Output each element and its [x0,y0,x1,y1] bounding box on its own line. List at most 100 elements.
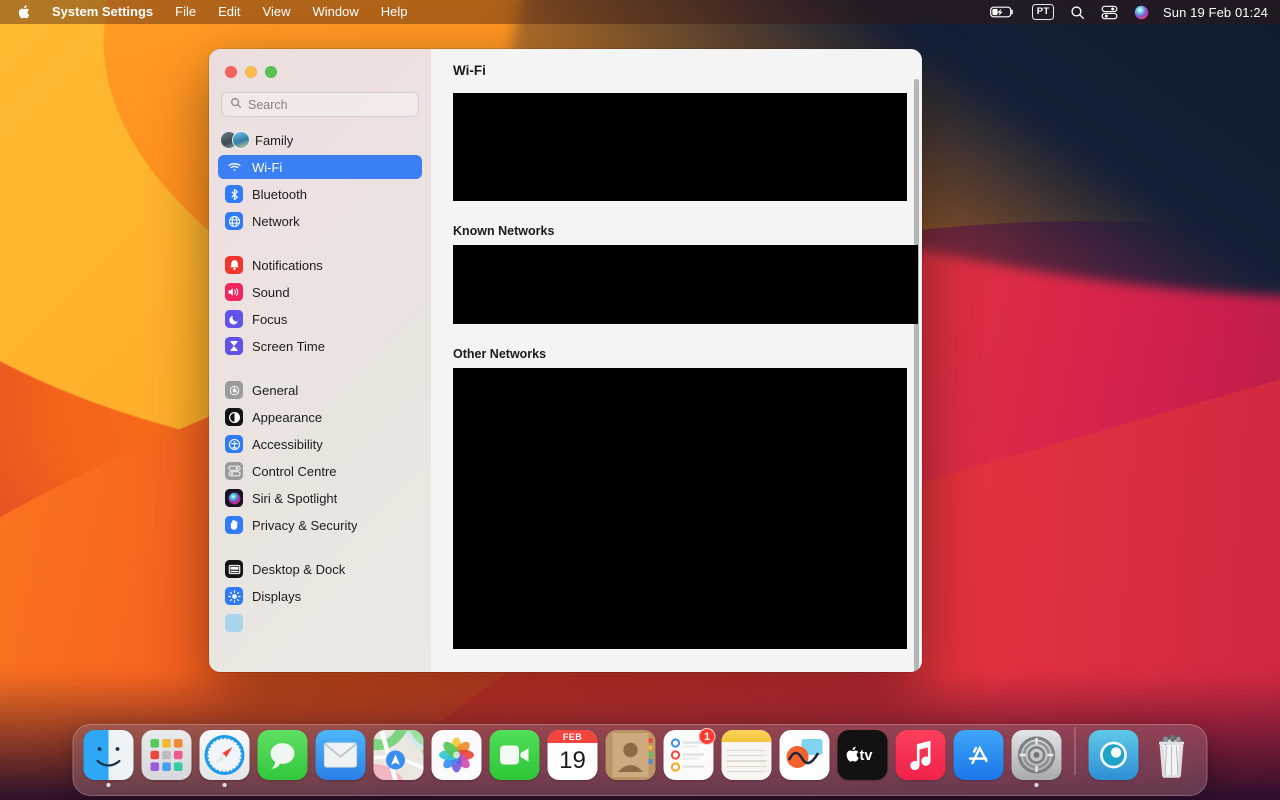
accessibility-icon [225,435,243,453]
search-input[interactable]: Search [221,92,419,117]
content-scrollbar[interactable] [914,79,919,672]
sidebar-item-screen-time[interactable]: Screen Time [218,334,422,358]
sidebar-item-focus[interactable]: Focus [218,307,422,331]
input-source-indicator[interactable]: PT [1024,0,1062,24]
sidebar-item-general[interactable]: General [218,378,422,402]
desktop-dock-icon [225,560,243,578]
sidebar-item-privacy-security[interactable]: Privacy & Security [218,513,422,537]
menu-help[interactable]: Help [370,2,419,22]
sidebar-item-desktop-dock[interactable]: Desktop & Dock [218,557,422,581]
menu-bar-clock[interactable]: Sun 19 Feb 01:24 [1157,5,1268,20]
running-indicator [397,783,401,787]
sidebar-item-wifi[interactable]: Wi-Fi [218,155,422,179]
sidebar-item-notifications[interactable]: Notifications [218,253,422,277]
search-icon [230,96,242,114]
sidebar-item-label: Desktop & Dock [252,561,346,577]
control-centre-icon[interactable] [1093,0,1126,24]
appletv-icon: tv [837,730,888,780]
dock-item-notes[interactable] [720,730,774,787]
menu-view[interactable]: View [252,2,302,22]
menu-app-name[interactable]: System Settings [41,2,164,22]
notifications-bell-icon [225,256,243,274]
sidebar-item-network[interactable]: Network [218,209,422,233]
sidebar-item-siri-spotlight[interactable]: Siri & Spotlight [218,486,422,510]
running-indicator [165,783,169,787]
known-networks-redacted-region [453,245,918,324]
sidebar-item-label: Screen Time [252,338,325,354]
sidebar-scroll-area[interactable]: Family Wi-Fi Bluetooth Network Notificat… [209,125,431,672]
launchpad-icon [141,730,192,780]
dock-item-maps[interactable] [372,730,426,787]
focus-moon-icon [225,310,243,328]
dock-item-reminders[interactable]: 1 [662,728,716,787]
close-button[interactable] [225,66,237,78]
minimise-button[interactable] [245,66,257,78]
menu-bar: System Settings File Edit View Window He… [0,0,1280,24]
sidebar-item-partial[interactable] [218,611,422,635]
sidebar-item-label: Appearance [252,409,323,425]
menu-edit[interactable]: Edit [207,2,251,22]
sidebar-item-family[interactable]: Family [218,128,422,152]
dock-item-finder[interactable] [82,730,136,787]
sidebar-group-divider [218,236,422,250]
dock-item-app-store[interactable] [952,730,1006,787]
messages-bubble-icon [257,730,308,780]
content-pane: Wi-Fi Known Networks Other Networks [431,49,922,672]
bluetooth-icon [225,185,243,203]
system-settings-gears-icon [1011,730,1062,780]
sidebar-item-label: Network [252,213,300,229]
menu-file[interactable]: File [164,2,207,22]
running-indicator [861,783,865,787]
svg-text:tv: tv [860,748,873,764]
sidebar-item-control-centre[interactable]: Control Centre [218,459,422,483]
sidebar-item-label: General [252,382,299,398]
sidebar-item-label: Displays [252,588,302,604]
dock-separator [1074,727,1076,775]
sidebar-item-displays[interactable]: Displays [218,584,422,608]
battery-charging-icon[interactable] [982,0,1024,24]
dock-item-contacts[interactable] [604,730,658,787]
search-placeholder: Search [248,97,288,112]
safari-compass-icon [199,730,250,780]
running-indicator [339,783,343,787]
dock-item-downloads[interactable] [1087,730,1141,787]
sidebar-item-sound[interactable]: Sound [218,280,422,304]
dock-item-photos[interactable] [430,730,484,787]
sidebar-item-appearance[interactable]: Appearance [218,405,422,429]
running-indicator [455,783,459,787]
running-indicator [1112,783,1116,787]
sidebar-item-accessibility[interactable]: Accessibility [218,432,422,456]
siri-icon[interactable] [1126,0,1157,24]
running-indicator [1034,783,1039,787]
dock-item-music[interactable] [894,730,948,787]
dock-item-apple-tv[interactable]: tv [836,730,890,787]
running-indicator [222,783,227,787]
system-settings-window: Search Family Wi-Fi Bluetooth Network No… [209,49,922,672]
mail-envelope-icon [315,730,366,780]
apple-logo-icon[interactable] [10,4,41,20]
sidebar-item-label: Bluetooth [252,186,307,202]
dock-item-facetime[interactable] [488,730,542,787]
sidebar-item-label: Control Centre [252,463,337,479]
sidebar-group-divider [218,361,422,375]
control-centre-icon [225,462,243,480]
zoom-button[interactable] [265,66,277,78]
dock-item-system-settings[interactable] [1010,730,1064,787]
app-store-icon [953,730,1004,780]
dock-item-trash[interactable] [1145,730,1199,787]
music-note-icon [895,730,946,780]
sidebar-item-label: Wi-Fi [252,159,283,175]
dock-item-launchpad[interactable] [140,730,194,787]
spotlight-search-icon[interactable] [1062,0,1093,24]
dock-item-safari[interactable] [198,730,252,787]
dock-item-freeform[interactable] [778,730,832,787]
dock-item-calendar[interactable]: FEB 19 [546,730,600,787]
menu-window[interactable]: Window [301,2,369,22]
running-indicator [919,783,923,787]
screen-time-hourglass-icon [225,337,243,355]
sidebar-item-bluetooth[interactable]: Bluetooth [218,182,422,206]
dock-item-mail[interactable] [314,730,368,787]
desktop: System Settings File Edit View Window He… [0,0,1280,800]
sidebar-group-divider [218,540,422,554]
dock-item-messages[interactable] [256,730,310,787]
